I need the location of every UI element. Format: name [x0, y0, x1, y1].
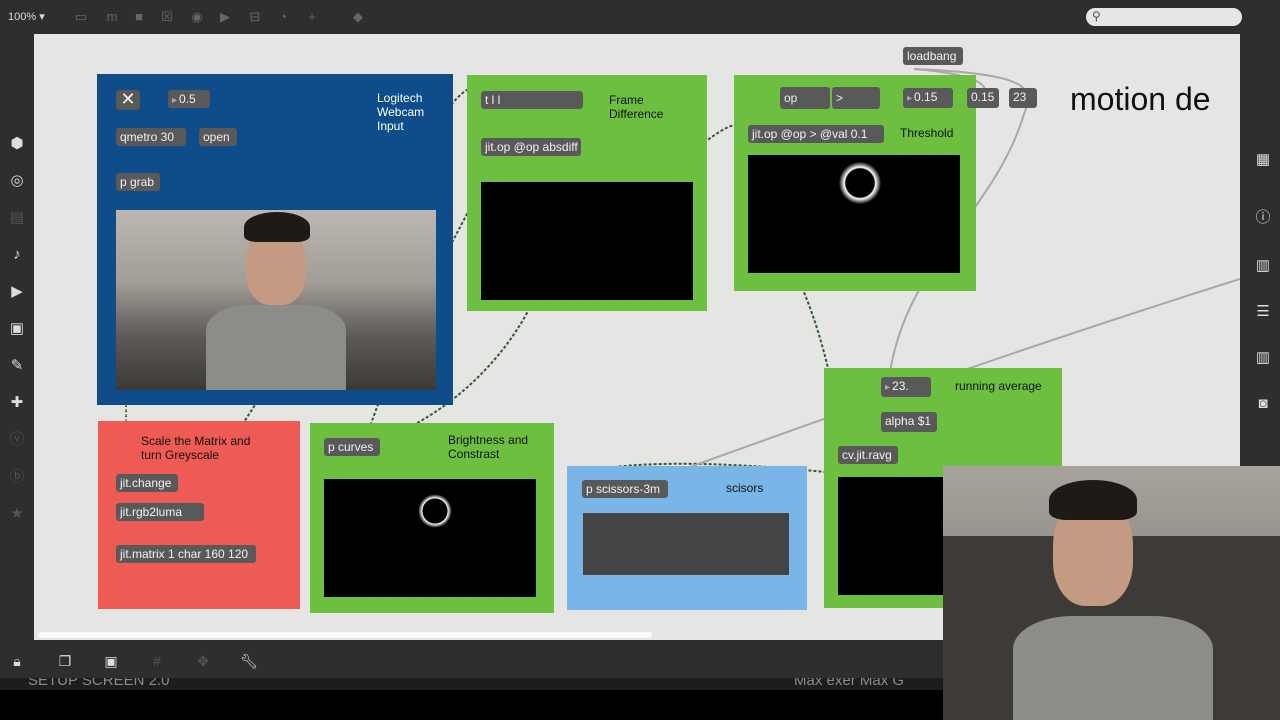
- message-015[interactable]: 0.15: [967, 88, 999, 108]
- scale-panel-label: Scale the Matrix and turn Greyscale: [141, 434, 251, 462]
- cv-jit-ravg-object[interactable]: cv.jit.ravg: [838, 446, 898, 464]
- message-icon[interactable]: m: [104, 9, 120, 25]
- zoom-dropdown[interactable]: 100% ▾: [8, 10, 45, 23]
- left-sidebar: ⬢ ◎ ▤ ♪ ▶ ▣ ✎ ✚ ⓥ ⓑ ★: [0, 34, 34, 644]
- op-attribute-menu[interactable]: >: [832, 87, 880, 109]
- message-23[interactable]: 23: [1009, 88, 1037, 108]
- number-icon[interactable]: ⊟: [247, 9, 263, 25]
- paperclip-icon[interactable]: ✎: [7, 356, 27, 376]
- patch-title: motion de: [1070, 81, 1211, 117]
- loadbang-object[interactable]: loadbang: [903, 47, 963, 65]
- trigger-object[interactable]: t l l: [481, 91, 583, 109]
- bottom-black-bar: [0, 690, 943, 720]
- list-icon[interactable]: ☰: [1253, 302, 1273, 322]
- threshold-panel-label: Threshold: [900, 126, 954, 140]
- frame-panel-label: Frame Difference: [609, 93, 664, 121]
- info-icon[interactable]: ⓘ: [1253, 208, 1273, 228]
- op-attribute-label: op: [780, 87, 830, 109]
- search-input[interactable]: ⚲: [1086, 8, 1242, 26]
- camera-icon[interactable]: ◙: [1253, 394, 1273, 414]
- music-note-icon[interactable]: ♪: [7, 245, 27, 265]
- brightness-panel-label: Brightness and Constrast: [448, 433, 529, 461]
- zoom-value: 100%: [8, 11, 37, 23]
- scissors-display: [583, 513, 789, 575]
- average-number-box[interactable]: 23.: [881, 377, 931, 397]
- grid-icon[interactable]: ▦: [1253, 150, 1273, 170]
- average-panel-label: running average: [955, 379, 1042, 393]
- qmetro-object[interactable]: qmetro 30: [116, 128, 186, 146]
- webcam-overlay: [943, 466, 1280, 720]
- threshold-number-box[interactable]: 0.15: [903, 88, 953, 108]
- plus-icon[interactable]: +: [304, 9, 320, 25]
- alpha-message[interactable]: alpha $1: [881, 412, 937, 432]
- frame-difference-display: [481, 182, 693, 300]
- step-forward-icon[interactable]: ▶: [7, 282, 27, 302]
- grid-icon[interactable]: #: [148, 652, 166, 670]
- snap-icon[interactable]: ✥: [194, 652, 212, 670]
- wrench-icon[interactable]: 🔧︎: [240, 652, 258, 670]
- book-icon[interactable]: ▥: [1253, 256, 1273, 276]
- v-badge-icon[interactable]: ⓥ: [7, 430, 27, 450]
- jit-rgb2luma-object[interactable]: jit.rgb2luma: [116, 503, 204, 521]
- windows-icon[interactable]: ❐: [56, 652, 74, 670]
- plugin-icon[interactable]: ✚: [7, 393, 27, 413]
- taskbar-right-label: Max exer Max G: [794, 678, 905, 689]
- dial-icon[interactable]: ◔: [275, 9, 291, 25]
- brightness-video-display: [324, 479, 536, 597]
- b-badge-icon[interactable]: ⓑ: [7, 467, 27, 487]
- target-icon[interactable]: ◎: [7, 171, 27, 191]
- film-icon[interactable]: ▤: [7, 208, 27, 228]
- top-toolbar: 100% ▾ ▭ m ■ ☒ ◉ ▶ ⊟ ◔ + ◆ ⚲: [0, 0, 1280, 34]
- toggle-icon[interactable]: ◉: [189, 9, 205, 25]
- close-icon: ✕: [120, 89, 136, 109]
- star-icon[interactable]: ★: [7, 504, 27, 524]
- p-grab-object[interactable]: p grab: [116, 173, 160, 191]
- image-icon[interactable]: ▣: [7, 319, 27, 339]
- p-curves-object[interactable]: p curves: [324, 438, 380, 456]
- jit-change-object[interactable]: jit.change: [116, 474, 178, 492]
- taskbar-left-label: SETUP SCREEN 2.0: [28, 678, 170, 689]
- button-icon[interactable]: ☒: [159, 9, 175, 25]
- reference-icon[interactable]: ▥: [1253, 348, 1273, 368]
- comment-icon[interactable]: ■: [131, 9, 147, 25]
- p-scissors-object[interactable]: p scissors-3m: [582, 480, 668, 498]
- horizontal-scrollbar[interactable]: [38, 632, 652, 638]
- slider-icon[interactable]: ▶: [217, 9, 233, 25]
- search-icon: ⚲: [1092, 9, 1101, 23]
- webcam-panel-label: Logitech Webcam Input: [377, 91, 425, 133]
- right-sidebar: ▦ ⓘ ▥ ☰ ▥ ◙: [1246, 34, 1280, 464]
- jit-op-threshold-object[interactable]: jit.op @op > @val 0.1: [748, 125, 884, 143]
- jit-op-absdiff-object[interactable]: jit.op @op absdiff: [481, 138, 581, 156]
- paint-bucket-icon[interactable]: ◆: [350, 9, 366, 25]
- toggle-button[interactable]: ✕: [116, 90, 140, 110]
- lock-icon[interactable]: 🔒︎: [8, 652, 26, 670]
- jit-matrix-object[interactable]: jit.matrix 1 char 160 120: [116, 545, 256, 563]
- presentation-icon[interactable]: ▭: [73, 9, 89, 25]
- presentation-mode-icon[interactable]: ▣: [102, 652, 120, 670]
- scissors-panel-label: scisors: [726, 481, 764, 495]
- webcam-video-display: [116, 210, 436, 390]
- package-icon[interactable]: ⬢: [7, 134, 27, 154]
- threshold-video-display: [748, 155, 960, 273]
- webcam-number-box[interactable]: 0.5: [168, 90, 210, 108]
- open-message[interactable]: open: [199, 128, 237, 146]
